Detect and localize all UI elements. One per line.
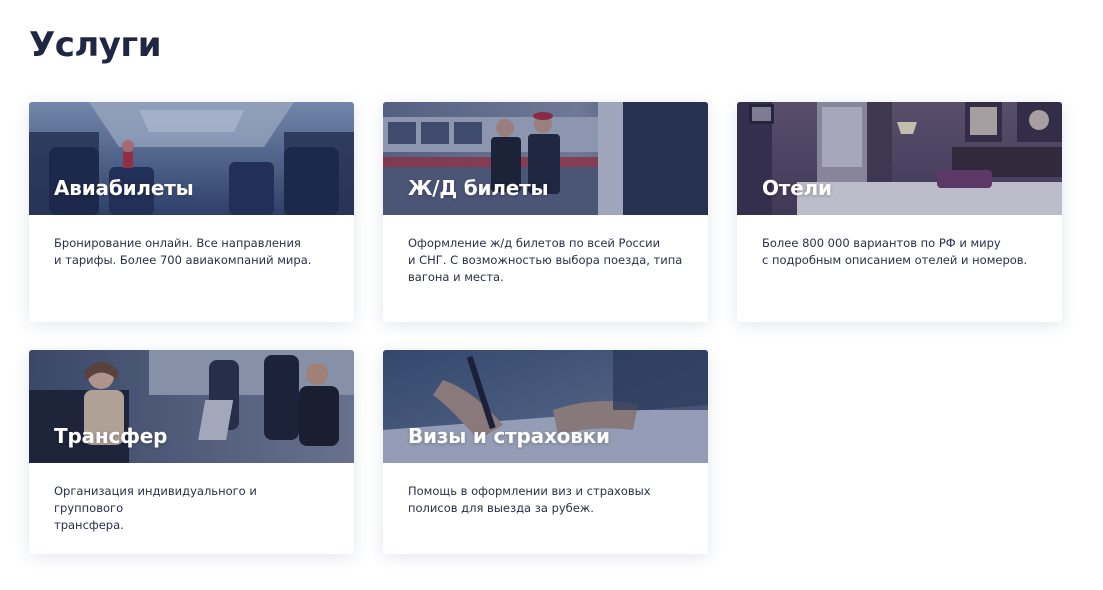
service-card-hotels[interactable]: Отели Более 800 000 вариантов по РФ и ми… [737, 102, 1062, 322]
car-interior-image: Трансфер [29, 350, 354, 463]
service-card-visas[interactable]: Визы и страховки Помощь в оформлении виз… [383, 350, 708, 554]
service-card-flights[interactable]: Авиабилеты Бронирование онлайн. Все напр… [29, 102, 354, 322]
hotel-room-image: Отели [737, 102, 1062, 215]
card-title: Трансфер [54, 424, 168, 448]
card-title: Ж/Д билеты [408, 176, 549, 200]
card-description: Более 800 000 вариантов по РФ и миру с п… [762, 236, 1028, 267]
card-title: Визы и страховки [408, 424, 610, 448]
card-title: Авиабилеты [54, 176, 194, 200]
card-description: Помощь в оформлении виз и страховых поли… [408, 484, 651, 515]
card-description: Бронирование онлайн. Все направления и т… [54, 236, 312, 267]
document-signing-image: Визы и страховки [383, 350, 708, 463]
page-title: Услуги [29, 25, 162, 65]
airplane-cabin-image: Авиабилеты [29, 102, 354, 215]
card-description: Организация индивидуального и группового… [54, 484, 257, 532]
train-platform-image: Ж/Д билеты [383, 102, 708, 215]
card-description: Оформление ж/д билетов по всей России и … [408, 236, 683, 284]
service-card-trains[interactable]: Ж/Д билеты Оформление ж/д билетов по все… [383, 102, 708, 322]
service-card-transfer[interactable]: Трансфер Организация индивидуального и г… [29, 350, 354, 554]
card-title: Отели [762, 176, 832, 200]
